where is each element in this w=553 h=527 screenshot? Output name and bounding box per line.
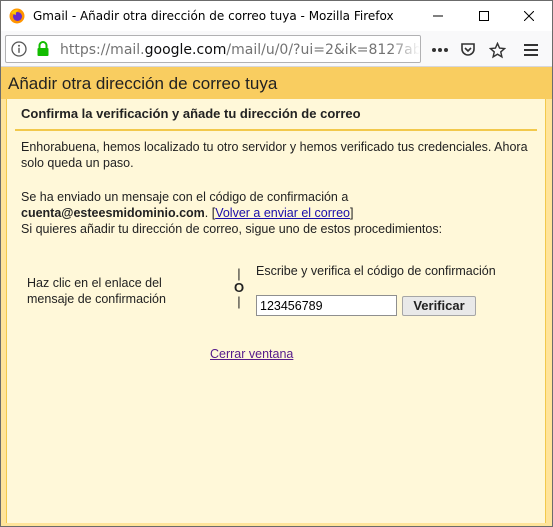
minimize-button[interactable] [415, 1, 461, 31]
firefox-logo-icon [9, 8, 25, 24]
instructions-text: Si quieres añadir tu dirección de correo… [21, 222, 443, 236]
info-icon[interactable] [11, 41, 27, 57]
add-address-dialog: Añadir otra dirección de correo tuya Con… [1, 67, 552, 526]
email-suffix: . [ [204, 206, 216, 220]
email-address: cuenta@esteesmidominio.com [21, 206, 205, 220]
browser-window: Gmail - Añadir otra dirección de correo … [0, 0, 553, 527]
dialog-body: Confirma la verificación y añade tu dire… [6, 99, 546, 523]
close-window-link[interactable]: Cerrar ventana [210, 347, 293, 361]
verify-button[interactable]: Verificar [402, 296, 476, 316]
more-actions-icon [432, 48, 448, 52]
pocket-button[interactable] [459, 41, 477, 59]
main-menu-button[interactable] [522, 41, 540, 59]
title-bar: Gmail - Añadir otra dirección de correo … [1, 1, 552, 31]
or-label: O [234, 280, 245, 295]
dialog-header: Añadir otra dirección de correo tuya [1, 67, 552, 99]
url-host: google.com [144, 42, 227, 58]
bookmark-button[interactable] [488, 41, 506, 59]
maximize-icon [479, 11, 489, 21]
or-separator: | O | [234, 267, 244, 309]
url-fade [390, 36, 420, 62]
or-bar-bottom: | [237, 294, 241, 309]
url-text: https://mail.google.com/mail/u/0/?ui=2&i… [60, 42, 420, 58]
url-bar[interactable]: https://mail.google.com/mail/u/0/?ui=2&i… [5, 35, 421, 63]
maximize-button[interactable] [461, 1, 507, 31]
confirmation-code-input[interactable] [256, 295, 397, 316]
or-bar-top: | [237, 266, 241, 281]
dialog-title: Añadir otra dirección de correo tuya [8, 74, 278, 93]
dialog-subtitle: Confirma la verificación y añade tu dire… [21, 106, 361, 121]
close-icon [524, 11, 534, 21]
resend-email-link[interactable]: Volver a enviar el correo [215, 206, 350, 220]
page-actions-button[interactable] [431, 41, 449, 59]
success-message: Enhorabuena, hemos localizado tu otro se… [21, 140, 528, 170]
option-click-link: Haz clic en el enlace del mensaje de con… [27, 276, 166, 306]
minimize-icon [433, 15, 443, 17]
navigation-bar: https://mail.google.com/mail/u/0/?ui=2&i… [1, 31, 552, 67]
subtitle-divider [15, 129, 537, 131]
sent-text: Se ha enviado un mensaje con el código d… [21, 190, 349, 204]
lock-icon[interactable] [36, 41, 50, 57]
close-window-button[interactable] [506, 1, 552, 31]
hamburger-menu-icon [524, 44, 538, 56]
confirmation-message: Se ha enviado un mensaje con el código d… [21, 189, 531, 237]
pocket-icon [461, 43, 475, 56]
window-title: Gmail - Añadir otra dirección de correo … [33, 9, 394, 23]
bookmark-star-icon [488, 41, 506, 58]
url-prefix: https://mail. [60, 42, 145, 58]
close-bracket: ] [349, 206, 354, 220]
option-enter-code: Escribe y verifica el código de confirma… [256, 264, 496, 278]
